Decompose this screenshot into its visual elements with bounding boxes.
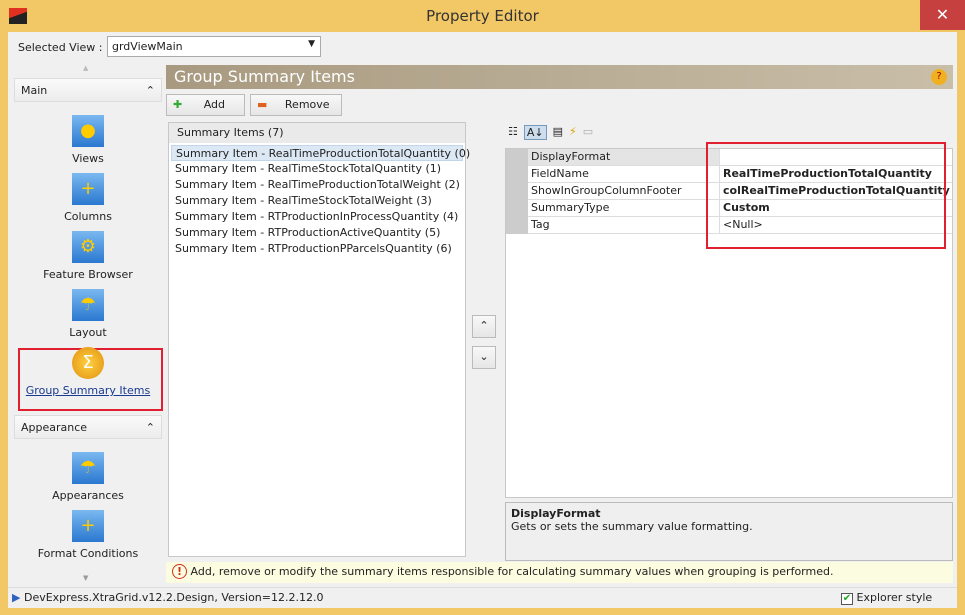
list-item[interactable]: Summary Item - RealTimeStockTotalQuantit…: [171, 161, 463, 177]
nav-group-label: Appearance: [21, 421, 88, 434]
description-text: Gets or sets the summary value formattin…: [511, 520, 753, 533]
nav-group-main[interactable]: Main ⌃: [14, 78, 162, 102]
events-icon[interactable]: ⚡: [569, 125, 577, 140]
property-name: DisplayFormat: [528, 149, 720, 165]
nav-item-label: Group Summary Items: [25, 384, 151, 397]
feature-browser-icon: ⚙: [72, 231, 104, 263]
nav-item-format-conditions[interactable]: + Format Conditions: [14, 510, 162, 560]
warning-icon: !: [172, 564, 188, 579]
property-grid-toolbar: ☷ A↓ ▤ ⚡ ▭: [508, 125, 593, 140]
properties-icon[interactable]: ▤: [553, 125, 563, 140]
format-conditions-icon: +: [72, 510, 104, 542]
nav-scroll-up-icon[interactable]: ▲: [83, 64, 88, 72]
add-button[interactable]: ✚ Add: [166, 94, 245, 116]
columns-icon: +: [72, 173, 104, 205]
categorized-icon[interactable]: ☷: [508, 125, 518, 140]
list-item[interactable]: Summary Item - RealTimeProductionTotalWe…: [171, 177, 463, 193]
window-title: Property Editor: [426, 7, 539, 25]
property-pages-icon[interactable]: ▭: [583, 125, 593, 140]
nav-item-label: Layout: [69, 326, 107, 339]
nav-group-appearance[interactable]: Appearance ⌃: [14, 415, 162, 439]
list-item[interactable]: Summary Item - RTProductionPParcelsQuant…: [171, 241, 463, 257]
close-button[interactable]: ✕: [920, 0, 965, 30]
property-name: ShowInGroupColumnFooter: [528, 183, 720, 199]
alphabetical-sort-icon[interactable]: A↓: [523, 125, 547, 140]
highlight-box: [706, 142, 946, 249]
list-item[interactable]: Summary Item - RealTimeStockTotalWeight …: [171, 193, 463, 209]
expand-arrow-icon[interactable]: ▶: [12, 591, 20, 604]
chevron-up-icon: ⌃: [145, 84, 155, 97]
nav-item-feature-browser[interactable]: ⚙ Feature Browser: [14, 231, 162, 281]
nav-item-label: Format Conditions: [37, 547, 139, 560]
title-bar: Property Editor ✕: [0, 0, 965, 32]
nav-item-label: Feature Browser: [43, 268, 133, 281]
description-panel: DisplayFormat Gets or sets the summary v…: [505, 502, 953, 561]
remove-label: Remove: [284, 98, 330, 111]
hint-text: Add, remove or modify the summary items …: [190, 565, 834, 578]
checkbox-check-icon: ✔: [841, 593, 853, 605]
status-text: DevExpress.XtraGrid.v12.2.Design, Versio…: [23, 591, 324, 604]
appearances-icon: ☂: [72, 452, 104, 484]
nav-item-views[interactable]: ● Views: [14, 115, 162, 165]
nav-item-label: Appearances: [52, 489, 124, 502]
list-item[interactable]: Summary Item - RealTimeProductionTotalQu…: [171, 145, 470, 161]
minus-icon: ▬: [257, 98, 268, 111]
explorer-style-label: Explorer style: [856, 591, 933, 604]
nav-item-label: Views: [72, 152, 104, 165]
group-summary-items-icon: Σ: [72, 347, 104, 379]
nav-item-columns[interactable]: + Columns: [14, 173, 162, 223]
layout-icon: ☂: [72, 289, 104, 321]
page-title: Group Summary Items ?: [166, 65, 953, 89]
plus-icon: ✚: [173, 98, 183, 111]
chevron-down-icon: ▼: [308, 39, 315, 49]
nav-group-label: Main: [21, 84, 48, 97]
nav-item-appearances[interactable]: ☂ Appearances: [14, 452, 162, 502]
nav-item-layout[interactable]: ☂ Layout: [14, 289, 162, 339]
hint-bar: ! Add, remove or modify the summary item…: [166, 562, 953, 583]
selected-view-label: Selected View :: [18, 41, 103, 54]
move-down-button[interactable]: ⌄: [472, 346, 496, 369]
property-name: SummaryType: [528, 200, 720, 216]
page-title-text: Group Summary Items: [174, 67, 355, 86]
list-header: Summary Items (7): [169, 123, 465, 143]
nav-scroll-down-icon[interactable]: ▼: [83, 574, 88, 582]
status-bar: ▶ DevExpress.XtraGrid.v12.2.Design, Vers…: [8, 587, 957, 608]
selected-view-combo[interactable]: grdViewMain ▼: [107, 36, 321, 57]
description-title: DisplayFormat: [511, 507, 601, 520]
selected-view-value: grdViewMain: [112, 40, 183, 53]
nav-item-label: Columns: [64, 210, 112, 223]
list-item[interactable]: Summary Item - RTProductionInProcessQuan…: [171, 209, 463, 225]
add-label: Add: [203, 98, 226, 111]
list-item[interactable]: Summary Item - RTProductionActiveQuantit…: [171, 225, 463, 241]
help-icon[interactable]: ?: [931, 69, 947, 85]
explorer-style-checkbox[interactable]: ✔ Explorer style: [841, 591, 932, 605]
property-name: FieldName: [528, 166, 720, 182]
remove-button[interactable]: ▬ Remove: [250, 94, 342, 116]
views-icon: ●: [72, 115, 104, 147]
move-up-button[interactable]: ⌃: [472, 315, 496, 338]
chevron-up-icon: ⌃: [145, 421, 155, 434]
property-name: Tag: [528, 217, 720, 233]
nav-item-group-summary-items[interactable]: Σ Group Summary Items: [14, 347, 162, 397]
summary-items-list[interactable]: Summary Items (7) Summary Item - RealTim…: [168, 122, 470, 557]
